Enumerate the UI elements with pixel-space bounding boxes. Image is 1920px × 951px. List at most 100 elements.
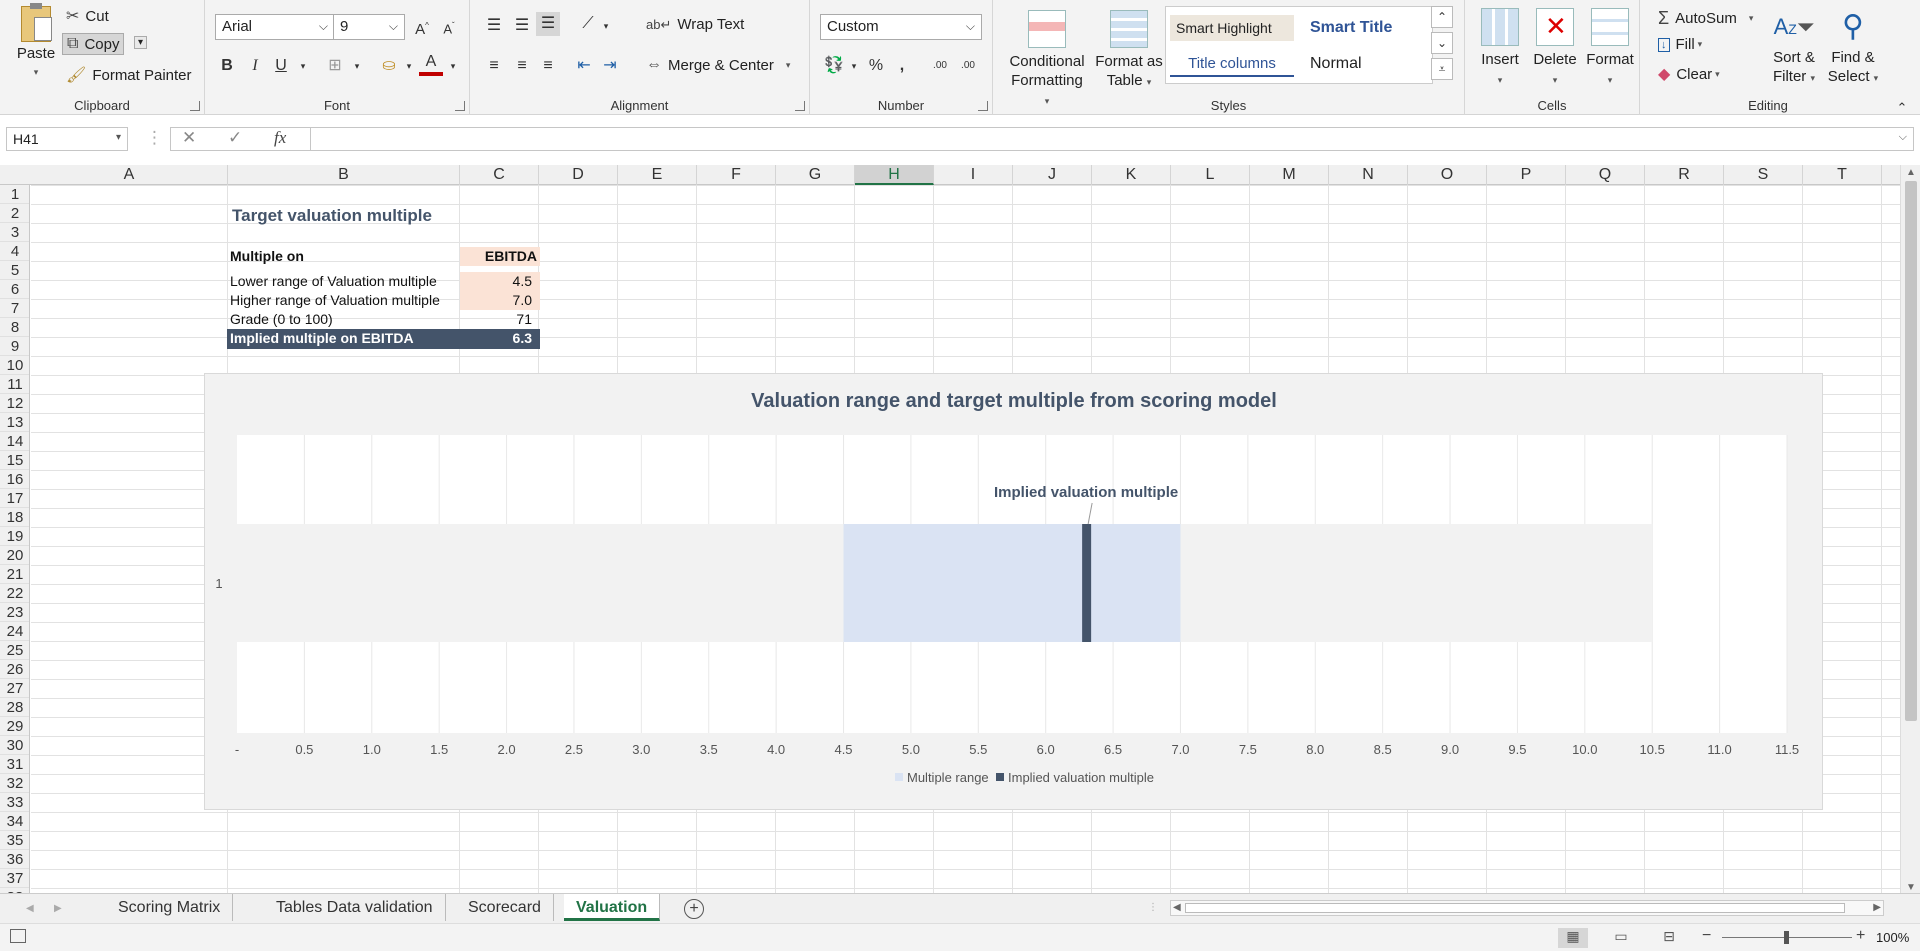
wrap-text-button[interactable]: ab↵ Wrap Text bbox=[646, 16, 744, 33]
zoom-in-icon[interactable]: + bbox=[1856, 927, 1865, 945]
row-header-12[interactable]: 12 bbox=[0, 394, 29, 413]
font-size-combo[interactable]: 9 ⌵ bbox=[333, 14, 405, 40]
row-header-13[interactable]: 13 bbox=[0, 413, 29, 432]
lower-range-value[interactable]: 4.5 bbox=[460, 272, 540, 291]
scroll-down-icon[interactable]: ▼ bbox=[1906, 882, 1916, 893]
row-header-23[interactable]: 23 bbox=[0, 603, 29, 622]
scroll-right-icon[interactable]: ▶ bbox=[1873, 902, 1881, 913]
row-header-34[interactable]: 34 bbox=[0, 812, 29, 831]
row-header-33[interactable]: 33 bbox=[0, 793, 29, 812]
clear-button[interactable]: ◆ Clear ▾ bbox=[1658, 64, 1720, 84]
row-header-11[interactable]: 11 bbox=[0, 375, 29, 394]
comma-style-button[interactable]: , bbox=[890, 54, 914, 78]
column-header-t[interactable]: T bbox=[1803, 165, 1882, 185]
row-header-1[interactable]: 1 bbox=[0, 185, 29, 204]
font-color-icon[interactable]: A bbox=[419, 52, 443, 76]
fill-button[interactable]: ↓ Fill ▾ bbox=[1658, 36, 1702, 53]
formula-input[interactable]: ⌵ bbox=[310, 127, 1914, 151]
underline-dropdown-icon[interactable]: ▾ bbox=[291, 54, 315, 78]
row-header-28[interactable]: 28 bbox=[0, 698, 29, 717]
bottom-align-icon[interactable]: ☰ bbox=[536, 12, 560, 36]
worksheet-grid[interactable]: Target valuation multiple Multiple on EB… bbox=[31, 185, 1900, 895]
row-header-9[interactable]: 9 bbox=[0, 337, 29, 356]
enter-icon[interactable]: ✓ bbox=[228, 128, 242, 148]
row-header-27[interactable]: 27 bbox=[0, 679, 29, 698]
top-align-icon[interactable]: ☰ bbox=[482, 14, 506, 38]
column-header-a[interactable]: A bbox=[31, 165, 228, 185]
page-break-view-icon[interactable]: ⊟ bbox=[1654, 928, 1684, 948]
gallery-up-icon[interactable]: ⌃ bbox=[1431, 6, 1453, 28]
increase-decimal-button[interactable]: .00 bbox=[928, 54, 952, 78]
borders-dropdown-icon[interactable]: ▾ bbox=[345, 54, 369, 78]
orientation-dropdown-icon[interactable]: ▾ bbox=[594, 14, 618, 38]
number-format-combo[interactable]: Custom ⌵ bbox=[820, 14, 982, 40]
row-header-2[interactable]: 2 bbox=[0, 204, 29, 223]
accounting-dropdown-icon[interactable]: ▾ bbox=[842, 54, 866, 78]
sheet-tab-scorecard[interactable]: Scorecard bbox=[456, 894, 554, 921]
column-header-o[interactable]: O bbox=[1408, 165, 1487, 185]
row-header-24[interactable]: 24 bbox=[0, 622, 29, 641]
column-header-c[interactable]: C bbox=[460, 165, 539, 185]
row-header-32[interactable]: 32 bbox=[0, 774, 29, 793]
column-header-i[interactable]: I bbox=[934, 165, 1013, 185]
scroll-left-icon[interactable]: ◀ bbox=[1173, 902, 1181, 913]
style-smart-highlight[interactable]: Smart Highlight bbox=[1170, 15, 1294, 41]
row-header-17[interactable]: 17 bbox=[0, 489, 29, 508]
row-header-8[interactable]: 8 bbox=[0, 318, 29, 337]
prev-sheet-icon[interactable]: ◀ bbox=[26, 903, 34, 914]
fill-color-dropdown-icon[interactable]: ▾ bbox=[397, 54, 421, 78]
zoom-level[interactable]: 100% bbox=[1876, 930, 1909, 945]
gallery-more-icon[interactable]: ⩡ bbox=[1431, 58, 1453, 80]
format-cells-button[interactable]: Format ▾ bbox=[1583, 8, 1637, 90]
align-left-icon[interactable]: ≡ bbox=[482, 54, 506, 78]
column-header-q[interactable]: Q bbox=[1566, 165, 1645, 185]
underline-button[interactable]: U bbox=[269, 54, 293, 78]
horizontal-scrollbar[interactable]: ◀ ▶ bbox=[1170, 900, 1884, 916]
collapse-ribbon-icon[interactable]: ⌃ bbox=[1890, 96, 1914, 120]
row-header-16[interactable]: 16 bbox=[0, 470, 29, 489]
zoom-out-icon[interactable]: − bbox=[1702, 927, 1711, 945]
horizontal-scroll-thumb[interactable] bbox=[1185, 903, 1845, 913]
cancel-icon[interactable]: ✕ bbox=[182, 128, 196, 148]
column-header-e[interactable]: E bbox=[618, 165, 697, 185]
align-center-icon[interactable]: ≡ bbox=[510, 54, 534, 78]
row-header-36[interactable]: 36 bbox=[0, 850, 29, 869]
align-right-icon[interactable]: ≡ bbox=[536, 54, 560, 78]
alignment-launcher-icon[interactable] bbox=[795, 101, 805, 111]
italic-button[interactable]: I bbox=[243, 54, 267, 78]
column-header-b[interactable]: B bbox=[228, 165, 460, 185]
next-sheet-icon[interactable]: ▶ bbox=[54, 903, 62, 914]
row-header-31[interactable]: 31 bbox=[0, 755, 29, 774]
conditional-formatting-button[interactable]: Conditional Formatting ▾ bbox=[1007, 10, 1087, 111]
row-header-25[interactable]: 25 bbox=[0, 641, 29, 660]
format-as-table-button[interactable]: Format as Table ▾ bbox=[1093, 10, 1165, 92]
sort-filter-button[interactable]: AZ⏷ Sort & Filter ▾ bbox=[1766, 6, 1822, 88]
row-header-14[interactable]: 14 bbox=[0, 432, 29, 451]
column-header-p[interactable]: P bbox=[1487, 165, 1566, 185]
copy-dropdown-icon[interactable]: ▾ bbox=[134, 36, 148, 49]
row-header-21[interactable]: 21 bbox=[0, 565, 29, 584]
add-sheet-button[interactable]: + bbox=[684, 899, 704, 919]
column-header-m[interactable]: M bbox=[1250, 165, 1329, 185]
grade-value[interactable]: 71 bbox=[460, 310, 540, 329]
tab-split-icon[interactable]: ⋮ bbox=[1148, 902, 1158, 913]
column-header-r[interactable]: R bbox=[1645, 165, 1724, 185]
macro-record-icon[interactable] bbox=[10, 929, 26, 943]
merge-center-button[interactable]: ⇔ Merge & Center ▾ bbox=[646, 56, 790, 74]
bold-button[interactable]: B bbox=[215, 54, 239, 78]
borders-icon[interactable]: ⊞ bbox=[323, 54, 347, 78]
middle-align-icon[interactable]: ☰ bbox=[510, 14, 534, 38]
row-header-3[interactable]: 3 bbox=[0, 223, 29, 242]
row-header-7[interactable]: 7 bbox=[0, 299, 29, 318]
find-select-button[interactable]: ⚲ Find & Select ▾ bbox=[1824, 6, 1882, 88]
paste-button[interactable]: Paste ▾ bbox=[14, 3, 58, 82]
grow-font-button[interactable]: A^ bbox=[410, 14, 434, 38]
increase-indent-icon[interactable]: ⇥ bbox=[598, 54, 622, 78]
column-header-f[interactable]: F bbox=[697, 165, 776, 185]
style-title-columns[interactable]: Title columns bbox=[1170, 51, 1294, 77]
vertical-scroll-thumb[interactable] bbox=[1905, 181, 1917, 721]
name-box[interactable]: H41 ▾ bbox=[6, 127, 128, 151]
row-header-15[interactable]: 15 bbox=[0, 451, 29, 470]
column-header-k[interactable]: K bbox=[1092, 165, 1171, 185]
zoom-slider[interactable] bbox=[1722, 931, 1852, 944]
